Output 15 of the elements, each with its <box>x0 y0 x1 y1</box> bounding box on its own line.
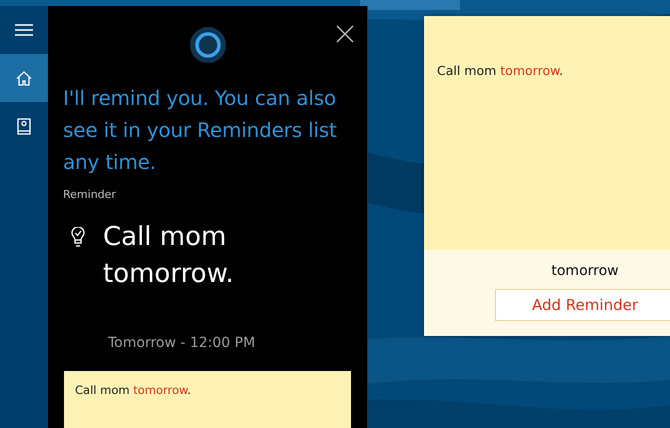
reminder-time: Tomorrow - 12:00 PM <box>108 335 256 351</box>
input-field[interactable]: Call mom tomorrow. <box>64 371 351 428</box>
menu-icon <box>15 24 33 36</box>
ring-icon <box>188 26 226 64</box>
note-text: Call mom tomorrow. <box>437 63 564 78</box>
reminder-title: Call mom tomorrow. <box>103 221 235 291</box>
close-button[interactable] <box>335 24 355 44</box>
cortana-message: I'll remind you. You can also see it in your Reminders list any time. <box>63 85 338 176</box>
add-reminder-button[interactable]: Add Reminder <box>495 289 670 321</box>
sidebar-item[interactable] <box>0 54 48 102</box>
detected-text: tomorrow <box>551 263 619 279</box>
lightbulb-icon <box>71 227 85 247</box>
home-icon <box>16 70 32 86</box>
notebook-icon <box>17 118 31 134</box>
section-label: Reminder <box>63 188 117 201</box>
